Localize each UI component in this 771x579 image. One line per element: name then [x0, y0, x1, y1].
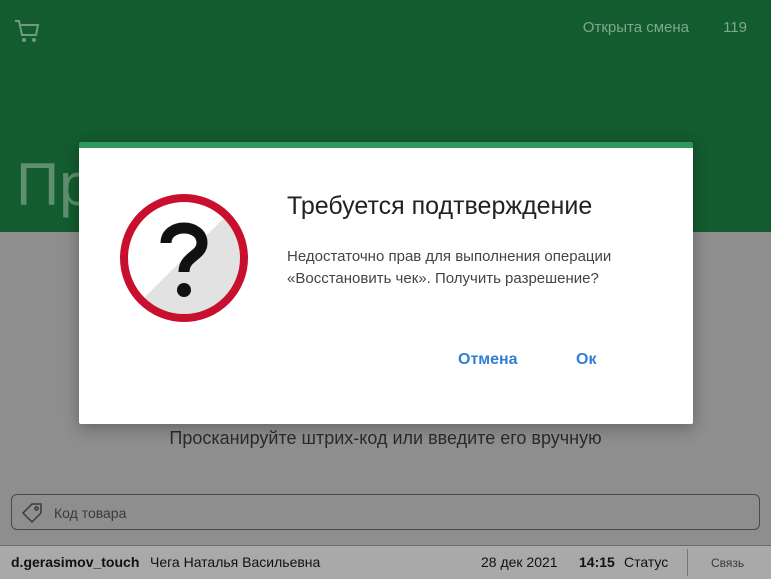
cancel-button[interactable]: Отмена — [458, 351, 518, 369]
question-icon — [120, 194, 248, 322]
confirmation-dialog: Требуется подтверждение Недостаточно пра… — [79, 142, 693, 424]
user-full-name: Чега Наталья Васильевна — [150, 554, 321, 570]
status-link[interactable]: Статус — [624, 554, 668, 570]
status-divider — [687, 549, 688, 576]
status-bar: d.gerasimov_touch Чега Наталья Васильевн… — [0, 545, 771, 579]
ok-button[interactable]: Ок — [576, 351, 596, 369]
dialog-message: Недостаточно прав для выполнения операци… — [287, 248, 612, 287]
shopping-cart-icon[interactable] — [12, 16, 42, 46]
current-date: 28 дек 2021 — [481, 554, 558, 570]
shift-number: 119 — [723, 19, 747, 36]
connection-link[interactable]: Связь — [711, 556, 744, 570]
tag-icon — [21, 503, 42, 524]
dialog-title: Требуется подтверждение — [287, 192, 593, 220]
product-code-search[interactable] — [11, 494, 760, 530]
shift-status: Открыта смена — [582, 19, 689, 36]
current-time: 14:15 — [579, 554, 615, 570]
product-code-input[interactable] — [52, 500, 746, 526]
user-login: d.gerasimov_touch — [11, 554, 140, 570]
scan-hint: Просканируйте штрих-код или введите его … — [169, 428, 602, 448]
